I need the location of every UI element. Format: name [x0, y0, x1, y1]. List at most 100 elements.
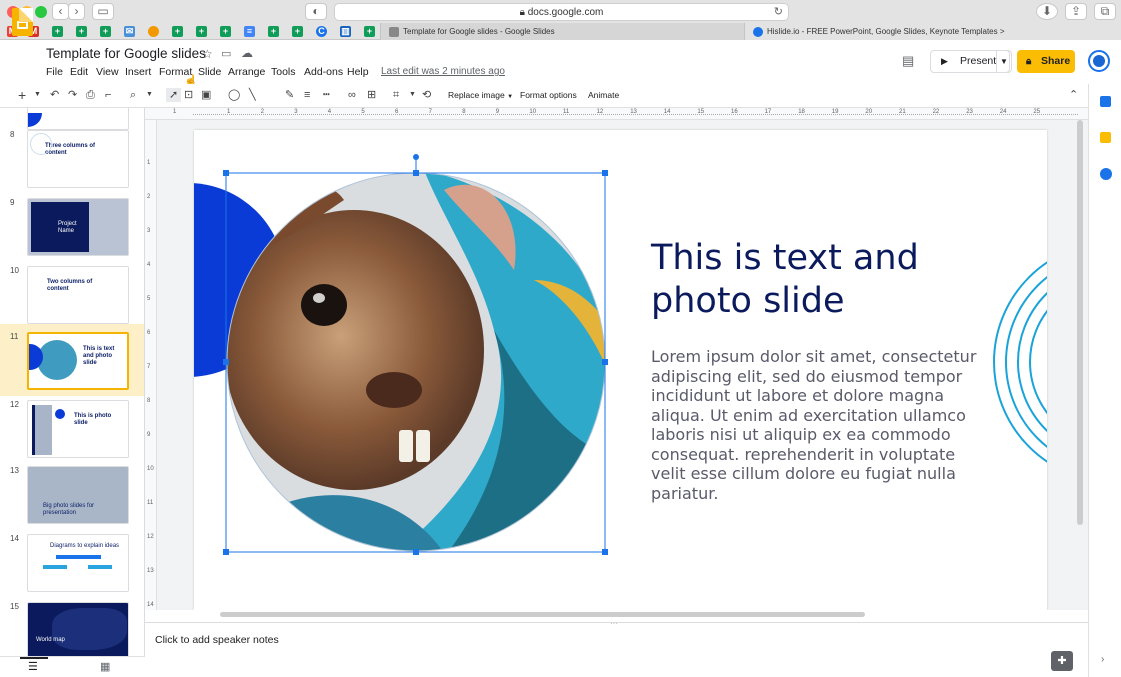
vertical-scrollbar[interactable] [1077, 120, 1083, 525]
circle-bookmark-icon[interactable] [148, 26, 159, 37]
menu-edit[interactable]: Edit [70, 66, 88, 78]
new-slide-chevron-icon[interactable]: ▼ [34, 88, 41, 102]
zoom-chevron-icon[interactable]: ▼ [146, 88, 153, 102]
select-icon[interactable]: ➚ [166, 88, 182, 102]
slide-body-text[interactable]: Lorem ipsum dolor sit amet, consectetur … [651, 347, 981, 503]
sheets-bookmark-icon[interactable]: + [292, 26, 303, 37]
mail-bookmark-icon[interactable]: ✉ [124, 26, 135, 37]
docs-bookmark-icon[interactable]: ≡ [244, 26, 255, 37]
sheets-bookmark-icon[interactable]: + [364, 26, 375, 37]
sheets-bookmark-icon[interactable]: + [100, 26, 111, 37]
squirrel-photo[interactable] [214, 170, 624, 570]
slide-thumbnail-13[interactable]: Big photo slides for presentation [27, 466, 129, 524]
slide-thumbnail-15[interactable]: World map [27, 602, 129, 656]
border-dash-icon[interactable]: ┅ [323, 88, 330, 102]
slide-thumbnail-8[interactable]: Three columns of content [27, 130, 129, 188]
redo-icon[interactable]: ↷ [68, 88, 77, 102]
trello-bookmark-icon[interactable]: ▥ [340, 26, 351, 37]
document-title[interactable]: Template for Google slides [46, 46, 206, 61]
speaker-notes-area[interactable]: ··· ✚ [145, 619, 1088, 677]
c-bookmark-icon[interactable]: C [316, 26, 327, 37]
grid-view-icon[interactable]: ▦ [100, 660, 110, 673]
ruler-tick-label: 25 [1033, 109, 1041, 115]
notes-drag-handle[interactable]: ··· [610, 619, 618, 628]
ruler-tick-label: 2 [147, 194, 151, 200]
image-icon[interactable]: ▣ [201, 88, 211, 102]
calendar-icon[interactable] [1100, 96, 1111, 107]
new-slide-icon[interactable]: + [18, 88, 26, 102]
menu-file[interactable]: File [46, 66, 63, 78]
reset-image-icon[interactable]: ⟲ [422, 88, 431, 102]
shield-icon[interactable]: ◐ [305, 3, 327, 20]
format-options-button[interactable]: Format options [520, 90, 577, 100]
sheets-bookmark-icon[interactable]: + [268, 26, 279, 37]
avatar[interactable] [1088, 50, 1110, 72]
zoom-window-button[interactable] [35, 6, 47, 18]
undo-icon[interactable]: ↶ [50, 88, 59, 102]
sheets-bookmark-icon[interactable]: + [196, 26, 207, 37]
line-icon[interactable]: ╲ [249, 88, 256, 102]
menu-arrange[interactable]: Arrange [228, 66, 265, 78]
crop-icon[interactable]: ⌗ [393, 88, 399, 102]
menu-tools[interactable]: Tools [271, 66, 296, 78]
collapse-toolbar-icon[interactable]: ⌃ [1069, 88, 1078, 102]
animate-button[interactable]: Animate [588, 90, 619, 100]
slide-canvas[interactable]: This is text and photo slide Lorem ipsum… [157, 120, 1088, 610]
sheets-bookmark-icon[interactable]: + [76, 26, 87, 37]
present-options-chevron-icon[interactable]: ▼ [996, 50, 1012, 73]
rotate-handle[interactable] [413, 154, 419, 160]
move-folder-icon[interactable]: ▭ [221, 47, 231, 60]
sidebar-toggle-icon[interactable]: ▭ [92, 3, 114, 20]
menu-help[interactable]: Help [347, 66, 369, 78]
sheets-bookmark-icon[interactable]: + [172, 26, 183, 37]
zoom-icon[interactable]: ⌕ [130, 88, 136, 102]
comment-icon[interactable]: ▤ [902, 53, 914, 69]
keep-icon[interactable] [1100, 132, 1111, 143]
print-icon[interactable]: ⎙ [86, 88, 95, 102]
menu-slide[interactable]: Slide [198, 66, 221, 78]
slide[interactable]: This is text and photo slide Lorem ipsum… [194, 130, 1047, 610]
shape-icon[interactable]: ◯ [228, 88, 240, 102]
border-weight-icon[interactable]: ≡ [304, 88, 310, 102]
menu-view[interactable]: View [96, 66, 119, 78]
share-button[interactable]: 🔒︎ Share [1017, 50, 1075, 73]
slide-thumbnail-12[interactable]: This is photo slide [27, 400, 129, 458]
share-sheet-icon[interactable]: ⇪ [1065, 3, 1087, 20]
ruler-tick-label: 20 [865, 109, 873, 115]
downloads-icon[interactable]: ⬇ [1036, 3, 1058, 20]
slide-title[interactable]: This is text and photo slide [651, 237, 971, 323]
menu-add-ons[interactable]: Add-ons [304, 66, 343, 78]
link-icon[interactable]: ∞ [348, 88, 356, 102]
tasks-icon[interactable] [1100, 168, 1112, 180]
menu-insert[interactable]: Insert [125, 66, 151, 78]
slide-number: 14 [10, 534, 19, 543]
expand-panel-icon[interactable]: › [1101, 654, 1104, 665]
url-bar[interactable]: 🔒︎ docs.google.com ↻ [334, 3, 789, 21]
paint-format-icon[interactable]: ⌐ [105, 88, 111, 102]
slide-thumbnail-14[interactable]: Diagrams to explain ideas [27, 534, 129, 592]
explore-icon[interactable]: ✚ [1051, 651, 1073, 671]
add-comment-icon[interactable]: ⊞ [367, 88, 376, 102]
border-color-icon[interactable]: ✎ [285, 88, 294, 102]
last-edit-link[interactable]: Last edit was 2 minutes ago [381, 66, 505, 77]
slide-thumbnail-11[interactable]: This is text and photo slide [27, 332, 129, 390]
slide-thumbnail-9[interactable]: Project Name [27, 198, 129, 256]
reload-icon[interactable]: ↻ [774, 4, 783, 21]
sheets-bookmark-icon[interactable]: + [220, 26, 231, 37]
star-icon[interactable]: ☆ [202, 47, 213, 61]
horizontal-scrollbar[interactable] [220, 612, 865, 617]
replace-image-button[interactable]: Replace image ▼ [448, 90, 513, 100]
slides-logo-icon[interactable] [12, 8, 33, 36]
forward-button[interactable]: › [68, 3, 85, 20]
thumbnail-partial[interactable] [27, 108, 129, 130]
tab-google-slides[interactable]: Template for Google slides - Google Slid… [380, 23, 744, 40]
text-box-icon[interactable]: ⊡ [184, 88, 193, 102]
back-button[interactable]: ‹ [52, 3, 69, 20]
sheets-bookmark-icon[interactable]: + [52, 26, 63, 37]
crop-chevron-icon[interactable]: ▼ [409, 88, 416, 102]
tab-hislide[interactable]: Hislide.io - FREE PowerPoint, Google Sli… [744, 23, 1121, 40]
filmstrip-view-icon[interactable]: ☰ [28, 660, 38, 673]
speaker-notes-placeholder[interactable]: Click to add speaker notes [155, 634, 279, 646]
tabs-overview-icon[interactable]: ⧉ [1094, 3, 1116, 20]
slide-thumbnail-10[interactable]: Two columns of content [27, 266, 129, 324]
